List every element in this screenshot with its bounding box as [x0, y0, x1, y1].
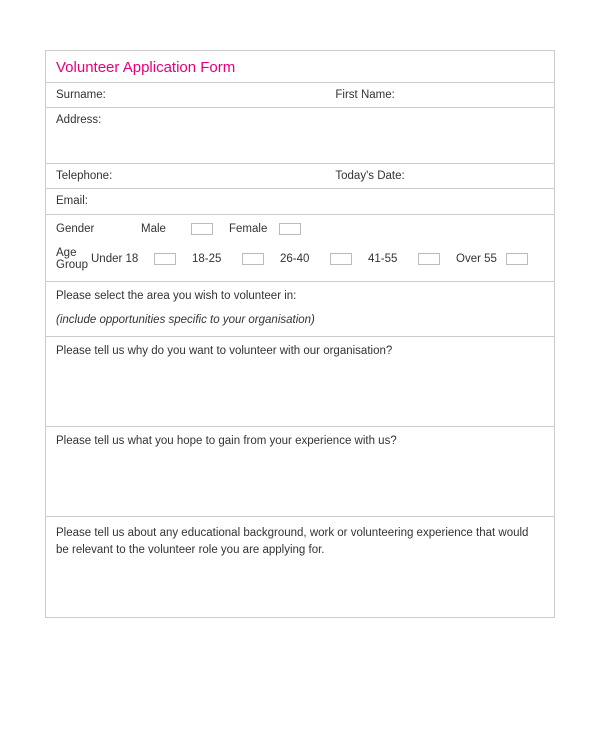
area-question: Please select the area you wish to volun…	[56, 290, 544, 302]
agegroup-option-2: 26-40	[280, 253, 352, 265]
telephone-field[interactable]: Telephone:	[46, 164, 325, 188]
agegroup-line: Age Group Under 18 18-25 26-40 41-55 Ove…	[56, 247, 544, 271]
agegroup-label: Age Group	[56, 247, 91, 271]
gender-option-female: Female	[229, 223, 301, 235]
gender-line: Gender Male Female	[56, 223, 544, 235]
form-title: Volunteer Application Form	[46, 51, 554, 83]
row-background[interactable]: Please tell us about any educational bac…	[46, 517, 554, 617]
gain-question: Please tell us what you hope to gain fro…	[56, 435, 544, 447]
agegroup-0-text: Under 18	[91, 253, 146, 265]
row-demographics: Gender Male Female Age Group Under 18 18…	[46, 215, 554, 282]
todaysdate-field[interactable]: Today's Date:	[325, 164, 554, 188]
gender-option-male: Male	[141, 223, 213, 235]
gender-male-checkbox[interactable]	[191, 223, 213, 235]
why-question: Please tell us why do you want to volunt…	[56, 345, 544, 357]
agegroup-3-checkbox[interactable]	[418, 253, 440, 265]
volunteer-application-form: Volunteer Application Form Surname: Firs…	[45, 50, 555, 618]
agegroup-option-0: Under 18	[91, 253, 176, 265]
agegroup-0-checkbox[interactable]	[154, 253, 176, 265]
agegroup-option-4: Over 55	[456, 253, 528, 265]
gender-male-text: Male	[141, 223, 183, 235]
gender-female-checkbox[interactable]	[279, 223, 301, 235]
agegroup-4-text: Over 55	[456, 253, 498, 265]
email-field[interactable]: Email:	[46, 189, 554, 214]
agegroup-2-checkbox[interactable]	[330, 253, 352, 265]
area-instruction: (include opportunities specific to your …	[56, 314, 544, 326]
row-name: Surname: First Name:	[46, 83, 554, 108]
agegroup-3-text: 41-55	[368, 253, 410, 265]
row-email: Email:	[46, 189, 554, 215]
gender-female-text: Female	[229, 223, 271, 235]
firstname-field[interactable]: First Name:	[325, 83, 554, 107]
agegroup-option-3: 41-55	[368, 253, 440, 265]
agegroup-1-checkbox[interactable]	[242, 253, 264, 265]
agegroup-option-1: 18-25	[192, 253, 264, 265]
surname-field[interactable]: Surname:	[46, 83, 325, 107]
agegroup-4-checkbox[interactable]	[506, 253, 528, 265]
row-why[interactable]: Please tell us why do you want to volunt…	[46, 337, 554, 427]
address-field[interactable]: Address:	[46, 108, 554, 163]
row-gain[interactable]: Please tell us what you hope to gain fro…	[46, 427, 554, 517]
background-question: Please tell us about any educational bac…	[56, 525, 544, 560]
row-address: Address:	[46, 108, 554, 164]
row-contact: Telephone: Today's Date:	[46, 164, 554, 189]
row-area: Please select the area you wish to volun…	[46, 282, 554, 337]
agegroup-1-text: 18-25	[192, 253, 234, 265]
gender-label: Gender	[56, 223, 141, 235]
agegroup-2-text: 26-40	[280, 253, 322, 265]
